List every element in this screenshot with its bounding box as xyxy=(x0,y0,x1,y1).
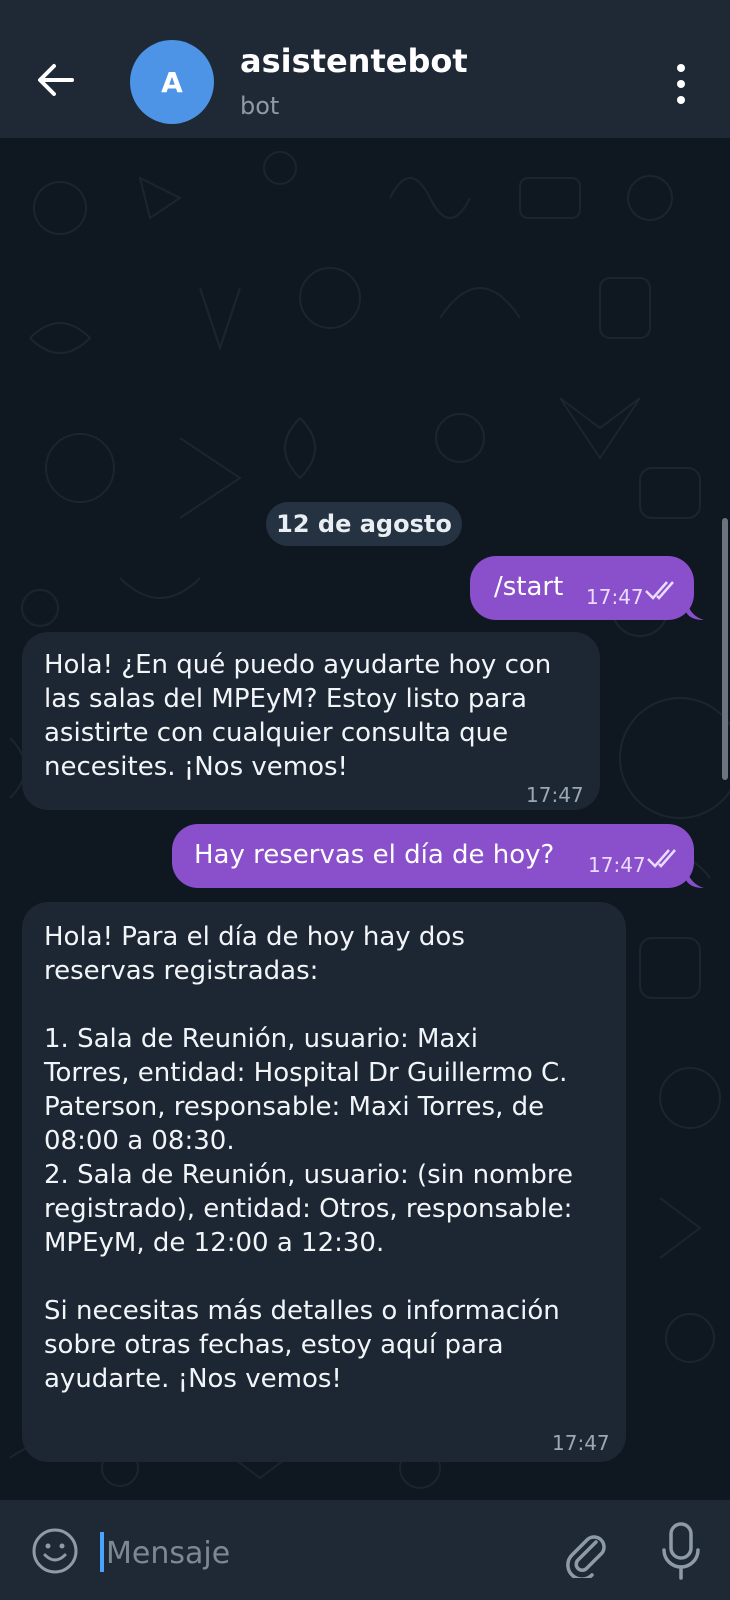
outgoing-message[interactable]: Hay reservas el día de hoy? 17:47 xyxy=(172,824,694,888)
paperclip-icon[interactable] xyxy=(560,1526,612,1581)
chat-title[interactable]: asistentebot xyxy=(240,42,468,80)
avatar-letter: A xyxy=(161,65,183,99)
message-time: 17:47 xyxy=(526,783,584,807)
date-separator: 12 de agosto xyxy=(266,502,462,546)
bubble-tail xyxy=(686,600,704,620)
scrollbar[interactable] xyxy=(722,518,728,780)
chat-area[interactable]: 12 de agosto /start 17:47 Hola! ¿En qué … xyxy=(0,138,730,1500)
chat-subtitle: bot xyxy=(240,92,280,120)
outgoing-message[interactable]: /start 17:47 xyxy=(470,556,694,620)
message-time: 17:47 xyxy=(588,853,646,877)
bubble-tail xyxy=(686,868,704,888)
more-options-icon[interactable] xyxy=(668,64,694,104)
avatar[interactable]: A xyxy=(130,40,214,124)
incoming-message[interactable]: Hola! Para el día de hoy hay dos reserva… xyxy=(22,902,626,1462)
message-time: 17:47 xyxy=(552,1431,610,1455)
message-input[interactable] xyxy=(104,1528,528,1578)
incoming-message[interactable]: Hola! ¿En qué puedo ayudarte hoy con las… xyxy=(22,632,600,810)
message-text: Hola! Para el día de hoy hay dos reserva… xyxy=(44,922,573,1394)
message-time: 17:47 xyxy=(586,585,644,609)
message-text: Hola! ¿En qué puedo ayudarte hoy con las… xyxy=(44,650,552,782)
back-arrow-icon[interactable] xyxy=(34,58,78,102)
double-check-icon xyxy=(647,849,676,868)
chat-header: A asistentebot bot xyxy=(0,0,730,138)
message-text: Hay reservas el día de hoy? xyxy=(194,840,555,870)
message-text: /start xyxy=(494,572,564,602)
microphone-icon[interactable] xyxy=(656,1518,706,1582)
emoji-icon[interactable] xyxy=(30,1526,80,1576)
double-check-icon xyxy=(645,581,674,600)
